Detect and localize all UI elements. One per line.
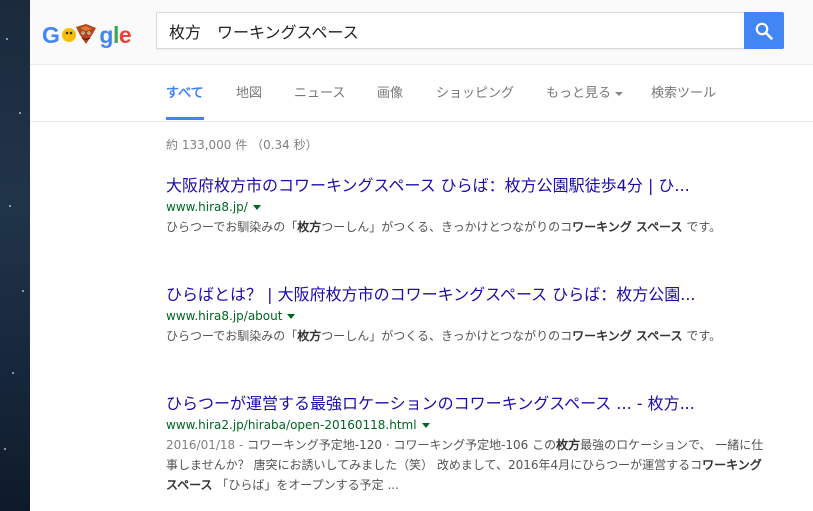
snippet-highlight: 枚方 xyxy=(556,438,581,452)
search-tabs: すべて 地図 ニュース 画像 ショッピング もっと見る 検索ツール xyxy=(30,65,813,122)
tab-all[interactable]: すべて xyxy=(166,82,204,101)
dropdown-caret-icon xyxy=(615,91,624,96)
search-box[interactable] xyxy=(156,12,746,49)
snippet-text: 「ひらば」をオープンする予定 ... xyxy=(212,478,399,492)
result-url-text: www.hira2.jp/hiraba/open-20160118.html xyxy=(166,418,417,432)
result-date: 2016/01/18 - xyxy=(166,438,248,452)
snippet-highlight: 枚方 xyxy=(297,329,322,343)
url-menu-arrow-icon[interactable] xyxy=(421,423,430,428)
tab-maps[interactable]: 地図 xyxy=(236,82,262,101)
snippet-text: です。 xyxy=(682,329,722,343)
logo-letter: G xyxy=(42,21,60,48)
logo-letter: e xyxy=(118,21,132,48)
tab-images[interactable]: 画像 xyxy=(377,82,403,101)
result-stats: 約 133,000 件 （0.34 秒） xyxy=(166,138,318,152)
tab-news[interactable]: ニュース xyxy=(294,82,345,101)
magnifier-icon xyxy=(755,22,773,40)
search-result: ひらつーが運営する最強ロケーションのコワーキングスペース ... - 枚方...… xyxy=(166,394,766,495)
search-result: 大阪府枚方市のコワーキングスペース ひらば：枚方公園駅徒歩4分 | ひ... w… xyxy=(166,176,766,237)
desktop-background xyxy=(0,0,30,511)
search-result: ひらばとは？ | 大阪府枚方市のコワーキングスペース ひらば：枚方公園... w… xyxy=(166,285,766,346)
snippet-highlight: 枚方 xyxy=(297,220,322,234)
snippet-text: ひらつーでお馴染みの「 xyxy=(166,329,298,343)
result-title-link[interactable]: 大阪府枚方市のコワーキングスペース ひらば：枚方公園駅徒歩4分 | ひ... xyxy=(166,176,766,196)
result-url-text: www.hira8.jp/about xyxy=(166,309,283,323)
snippet-text: ひらつーでお馴染みの「 xyxy=(166,220,298,234)
tab-more-label: もっと見る xyxy=(546,86,612,101)
doodle-character-icon xyxy=(62,24,97,44)
search-button[interactable] xyxy=(744,12,784,49)
search-input[interactable] xyxy=(157,13,729,48)
search-header: G g l e xyxy=(30,0,813,65)
result-title-link[interactable]: ひらつーが運営する最強ロケーションのコワーキングスペース ... - 枚方... xyxy=(166,394,766,414)
url-menu-arrow-icon[interactable] xyxy=(252,205,261,210)
snippet-highlight: ワーキング スペース xyxy=(572,329,683,343)
snippet-highlight: ワーキング スペース xyxy=(572,220,683,234)
tab-shopping[interactable]: ショッピング xyxy=(436,82,514,101)
snippet-text: です。 xyxy=(682,220,722,234)
google-doodle-logo[interactable]: G g l e xyxy=(42,20,132,50)
snippet-text: つーしん」がつくる、きっかけとつながりのコ xyxy=(321,329,573,343)
tab-more[interactable]: もっと見る xyxy=(546,82,624,101)
result-snippet: 2016/01/18 - コワーキング予定地-120 · コワーキング予定地-1… xyxy=(166,435,766,495)
snippet-text: コワーキング予定地-120 · コワーキング予定地-106 この xyxy=(247,438,557,452)
result-snippet: ひらつーでお馴染みの「枚方つーしん」がつくる、きっかけとつながりのコワーキング … xyxy=(166,326,766,346)
result-url: www.hira8.jp/ xyxy=(166,198,766,216)
logo-letter: g xyxy=(99,21,113,48)
active-tab-indicator xyxy=(166,117,204,120)
url-menu-arrow-icon[interactable] xyxy=(287,314,296,319)
result-url: www.hira8.jp/about xyxy=(166,307,766,325)
result-title-link[interactable]: ひらばとは？ | 大阪府枚方市のコワーキングスペース ひらば：枚方公園... xyxy=(166,285,766,305)
tab-search-tools[interactable]: 検索ツール xyxy=(651,82,716,101)
snippet-text: つーしん」がつくる、きっかけとつながりのコ xyxy=(321,220,573,234)
result-url: www.hira2.jp/hiraba/open-20160118.html xyxy=(166,416,766,434)
result-url-text: www.hira8.jp/ xyxy=(166,200,248,214)
result-snippet: ひらつーでお馴染みの「枚方つーしん」がつくる、きっかけとつながりのコワーキング … xyxy=(166,217,766,237)
browser-page: G g l e 枚方 ワーキングスペース すべて 地図 ニュース 画像 ショッピ… xyxy=(30,0,813,511)
